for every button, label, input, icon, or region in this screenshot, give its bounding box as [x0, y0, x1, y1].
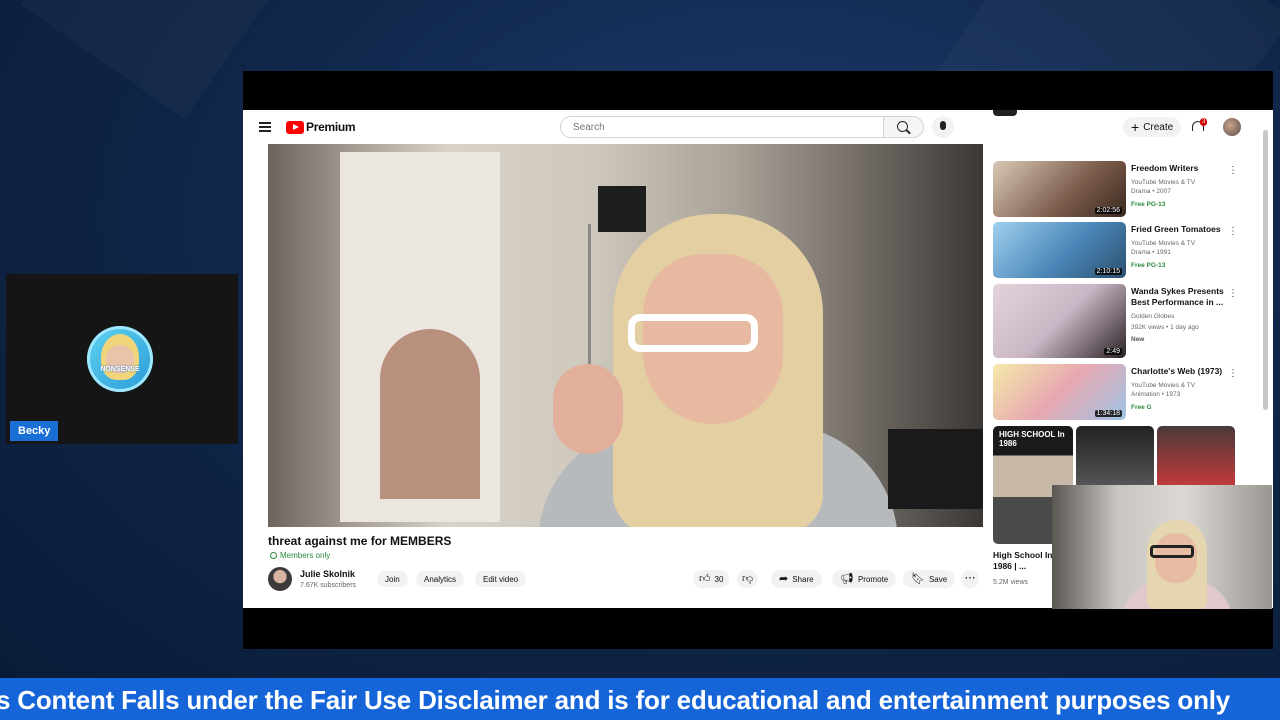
hamburger-menu-icon[interactable] [259, 122, 271, 132]
profile-avatar[interactable] [1223, 118, 1241, 136]
duration-badge: 2:49 [1104, 348, 1122, 355]
youtube-play-icon [286, 120, 304, 134]
youtube-logo[interactable]: Premium [286, 120, 356, 134]
sidebar-video-title[interactable]: Charlotte's Web (1973) [1131, 366, 1226, 377]
promote-label: Promote [857, 574, 889, 584]
video-player[interactable] [268, 144, 983, 527]
sidebar-video-item[interactable]: 2:10:15 Fried Green Tomatoes YouTube Mov… [993, 222, 1243, 280]
logo-text: Premium [306, 120, 356, 134]
voice-search-button[interactable] [932, 116, 954, 138]
sidebar-video-item[interactable]: 1:34:18 Charlotte's Web (1973) YouTube M… [993, 364, 1243, 422]
channel-name: YouTube Movies & TV [1131, 382, 1196, 389]
video-badges: Free PG-13 [1131, 262, 1166, 269]
more-options-icon[interactable]: ⋮ [1228, 226, 1238, 237]
participant-name-tag: Becky [10, 421, 59, 441]
channel-name: YouTube Movies & TV [1131, 240, 1196, 247]
edit-video-button[interactable]: Edit video [475, 571, 527, 587]
thumbs-down-icon: 👎︎ [742, 572, 754, 585]
short-views: 5.2M views [993, 579, 1029, 586]
duration-badge: 1:34:18 [1094, 410, 1122, 417]
video-thumbnail[interactable]: 1:34:18 [993, 364, 1126, 420]
share-button[interactable]: ➦ Share [771, 570, 822, 588]
video-badges: Free G [1131, 404, 1152, 411]
join-button[interactable]: Join [377, 571, 408, 587]
bookmark-icon: 🔖︎ [911, 572, 925, 585]
duration-badge: 2:02:56 [1094, 207, 1122, 214]
dislike-button[interactable]: 👎︎ [737, 570, 759, 588]
more-options-icon[interactable]: ⋮ [1228, 368, 1238, 379]
video-meta: Animation • 1973 [1131, 391, 1181, 398]
search-input[interactable] [571, 121, 865, 134]
notification-count-badge: 3 [1200, 118, 1208, 126]
analytics-button[interactable]: Analytics [416, 571, 465, 587]
avatar-caption: NONSENSE [100, 366, 140, 373]
short-thumb-text: HIGH SCHOOL In 1986 [999, 430, 1065, 448]
search-box[interactable] [560, 116, 884, 138]
sidebar-video-item[interactable]: 2:49 Wanda Sykes Presents Best Performan… [993, 284, 1243, 360]
more-options-icon[interactable]: ⋮ [1228, 288, 1238, 299]
sidebar-video-item[interactable]: 2:02:56 Freedom Writers YouTube Movies &… [993, 161, 1243, 219]
thumbs-up-icon: 👍︎ [699, 572, 711, 585]
more-icon: ⋯ [964, 572, 976, 584]
video-title: threat against me for MEMBERS [268, 534, 452, 548]
promote-button[interactable]: 📢︎ Promote [832, 570, 897, 588]
sidebar-video-title[interactable]: Fried Green Tomatoes [1131, 224, 1226, 235]
plus-icon: + [1131, 119, 1140, 135]
members-only-badge: Members only [270, 551, 330, 560]
video-thumbnail[interactable]: 2:49 [993, 284, 1126, 358]
participant-tile[interactable]: NONSENSE Becky [6, 274, 238, 444]
subscriber-count: 7.67K subscribers [300, 582, 357, 589]
channel-name[interactable]: Julie Skolnik [300, 569, 355, 579]
search-button[interactable] [884, 116, 924, 138]
youtube-topbar: Premium + Create 3 [243, 110, 1273, 144]
new-badge: New [1131, 336, 1145, 343]
search-icon [897, 121, 908, 132]
sidebar-video-title[interactable]: Freedom Writers [1131, 163, 1226, 174]
video-meta: Drama • 1991 [1131, 249, 1171, 256]
sidebar-scrollbar[interactable] [1263, 130, 1268, 410]
members-icon [270, 552, 277, 559]
notifications-button[interactable]: 3 [1192, 118, 1208, 132]
members-label: Members only [280, 551, 331, 560]
share-icon: ➦ [779, 572, 789, 585]
sidebar-video-title[interactable]: Wanda Sykes Presents Best Performance in… [1131, 286, 1226, 308]
more-actions-button[interactable]: ⋯ [961, 570, 979, 588]
like-count: 30 [714, 574, 724, 584]
disclaimer-ticker: s Content Falls under the Fair Use Discl… [0, 678, 1280, 720]
short-title[interactable]: High School In 1986 | ... [993, 550, 1053, 572]
microphone-icon [940, 121, 946, 130]
video-thumbnail[interactable]: 2:02:56 [993, 161, 1126, 217]
participant-avatar: NONSENSE [87, 326, 153, 392]
like-button[interactable]: 👍︎ 30 [693, 570, 730, 588]
share-label: Share [792, 574, 814, 584]
video-thumbnail[interactable]: 2:10:15 [993, 222, 1126, 278]
webcam-overlay[interactable] [1052, 485, 1272, 609]
video-meta: Drama • 2007 [1131, 188, 1171, 195]
channel-name: YouTube Movies & TV [1131, 179, 1196, 186]
video-badges: Free PG-13 [1131, 201, 1166, 208]
channel-avatar[interactable] [268, 567, 292, 591]
create-label: Create [1143, 121, 1174, 133]
sidebar-chip[interactable] [993, 110, 1017, 116]
duration-badge: 2:10:15 [1094, 268, 1122, 275]
save-button[interactable]: 🔖︎ Save [903, 570, 956, 588]
create-button[interactable]: + Create [1123, 117, 1182, 137]
more-options-icon[interactable]: ⋮ [1228, 165, 1238, 176]
channel-name: Golden Globes [1131, 313, 1175, 320]
megaphone-icon: 📢︎ [840, 572, 854, 585]
ticker-text: s Content Falls under the Fair Use Discl… [0, 685, 1231, 715]
video-meta: 392K views • 1 day ago [1131, 324, 1199, 331]
save-label: Save [928, 574, 948, 584]
